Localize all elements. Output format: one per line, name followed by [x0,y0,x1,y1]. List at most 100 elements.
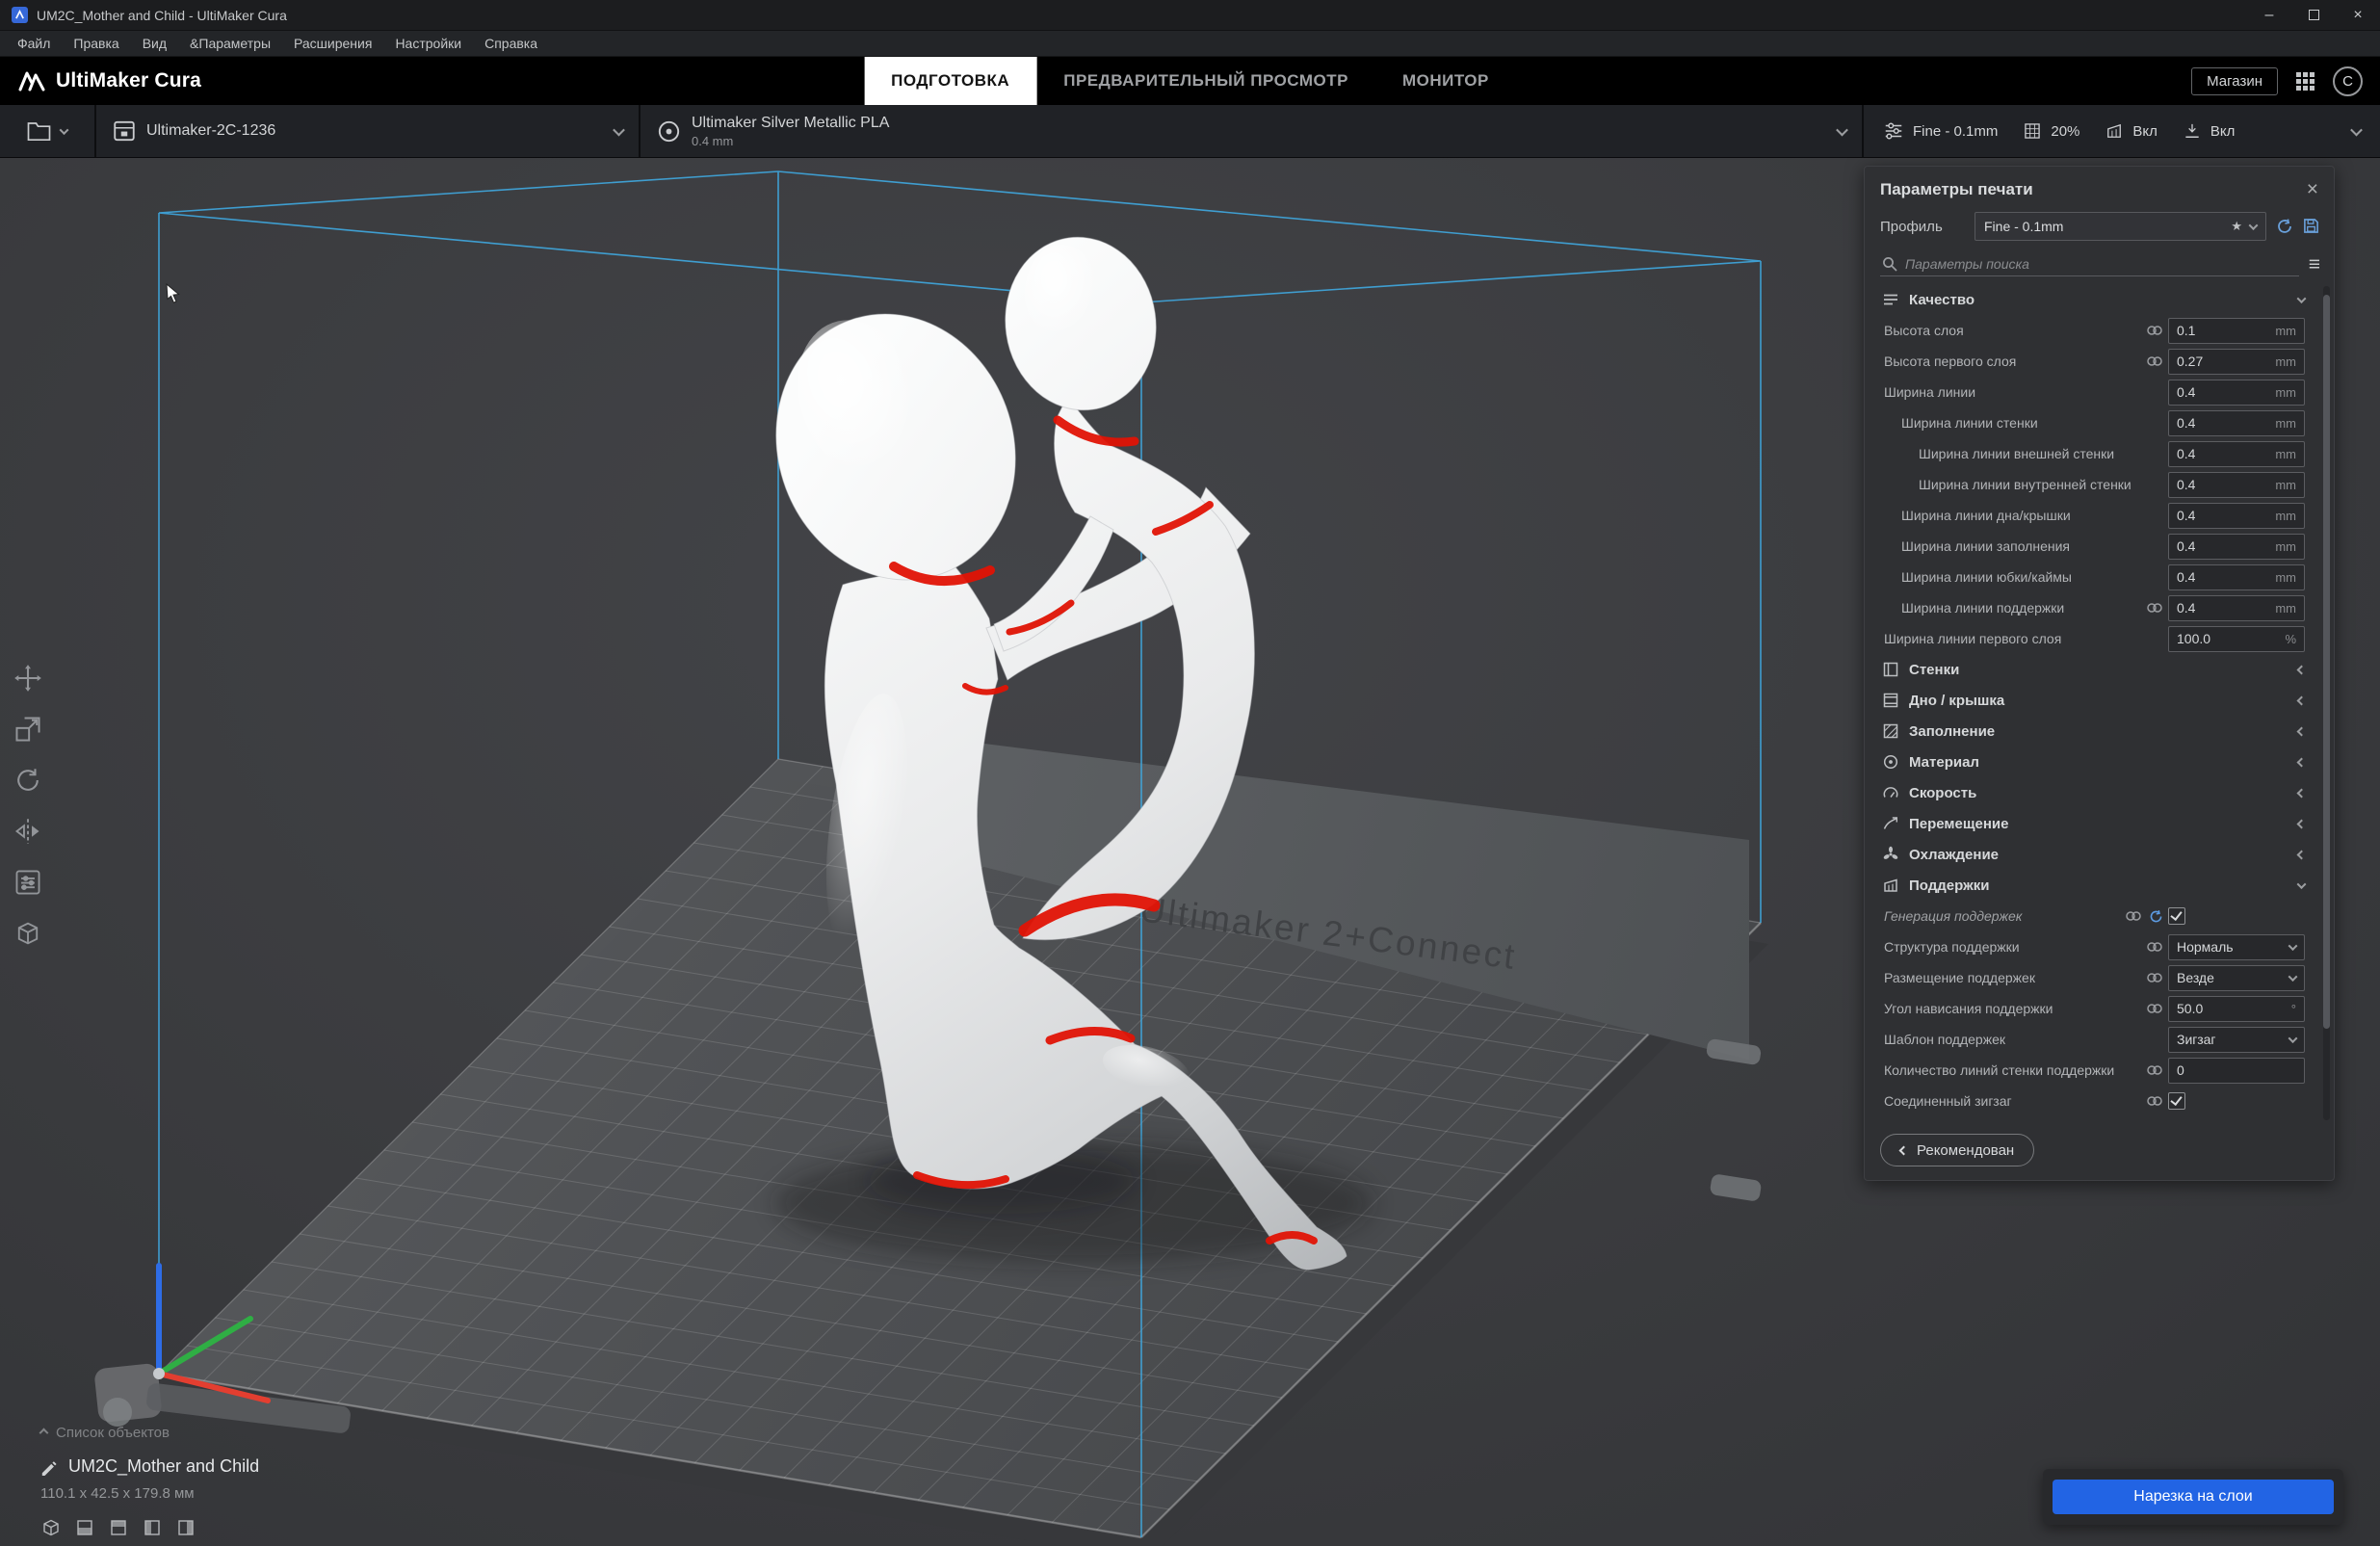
menu-item[interactable]: Настройки [383,31,473,57]
setting-input[interactable]: 0 [2168,1058,2305,1084]
per-model-settings-button[interactable] [13,868,42,897]
walls-icon [1882,661,1899,678]
viewport: Ultimaker 2+Connect [0,158,2380,1546]
print-setup-selector[interactable]: Fine - 0.1mm 20% Вкл Вкл [1864,105,2380,157]
search-icon [1882,256,1897,272]
setting-dropdown[interactable]: Нормаль [2168,934,2305,960]
account-avatar[interactable]: C [2333,66,2363,96]
view-left-icon[interactable] [142,1517,163,1538]
category-travel[interactable]: Перемещение [1865,808,2320,839]
setting-input[interactable]: 0.4mm [2168,534,2305,560]
settings-search[interactable] [1880,252,2299,276]
menu-item[interactable]: Справка [473,31,549,57]
printer-selector[interactable]: Ultimaker-2C-1236 [96,105,641,157]
slice-button[interactable]: Нарезка на слои [2053,1480,2334,1514]
setting-input[interactable]: 0.4mm [2168,380,2305,406]
setting-input[interactable]: 50.0° [2168,996,2305,1022]
category-label: Перемещение [1909,816,2288,832]
category-infill[interactable]: Заполнение [1865,716,2320,747]
setting-unit: % [2285,632,2296,646]
setting-input[interactable]: 100.0% [2168,626,2305,652]
view-right-icon[interactable] [175,1517,196,1538]
setting-input[interactable]: 0.27mm [2168,349,2305,375]
category-support[interactable]: Поддержки [1865,870,2320,901]
setting-dropdown[interactable]: Зигзаг [2168,1027,2305,1053]
chevron-left-icon [1899,1145,1909,1155]
settings-filter-icon[interactable]: ≡ [2309,254,2320,275]
minimize-button[interactable]: – [2247,0,2291,30]
setting-input[interactable]: 0.4mm [2168,503,2305,529]
setting-label: Ширина линии заполнения [1884,538,2168,554]
setting-checkbox[interactable] [2168,907,2305,925]
setting-unit: ° [2291,1002,2296,1016]
category-quality[interactable]: Качество [1865,284,2320,315]
setting-row: Высота первого слоя0.27mm [1865,346,2320,377]
settings-scrollbar[interactable] [2323,286,2330,1120]
revert-icon[interactable] [2147,909,2164,924]
setting-row: Структура поддержкиНормаль [1865,931,2320,962]
menu-item[interactable]: &Параметры [178,31,282,57]
open-file-button[interactable] [0,105,96,157]
mirror-tool-button[interactable] [13,817,42,846]
support-blocker-button[interactable] [13,919,42,948]
maximize-button[interactable] [2291,0,2336,30]
category-label: Стенки [1909,662,2288,678]
profile-revert-icon[interactable] [2276,218,2293,235]
setting-input[interactable]: 0.4mm [2168,472,2305,498]
stage-tab[interactable]: МОНИТОР [1375,57,1516,105]
material-selector[interactable]: Ultimaker Silver Metallic PLA 0.4 mm [641,105,1864,157]
menu-item[interactable]: Вид [131,31,178,57]
setting-input[interactable]: 0.4mm [2168,564,2305,590]
view-front-icon[interactable] [74,1517,95,1538]
link-icon [2145,355,2164,367]
support-icon [1882,877,1899,894]
scrollbar-thumb[interactable] [2323,295,2330,1029]
category-walls[interactable]: Стенки [1865,654,2320,685]
setting-input[interactable]: 0.4mm [2168,410,2305,436]
setting-input[interactable]: 0.4mm [2168,595,2305,621]
menu-item[interactable]: Правка [62,31,130,57]
profile-dropdown[interactable]: Fine - 0.1mm ★ [1975,212,2266,241]
object-list-toggle[interactable]: Список объектов [40,1425,259,1441]
category-cooling[interactable]: Охлаждение [1865,839,2320,870]
stage-tab[interactable]: ПРЕДВАРИТЕЛЬНЫЙ ПРОСМОТР [1036,57,1375,105]
setting-dropdown[interactable]: Везде [2168,965,2305,991]
infill-summary: 20% [2051,123,2079,140]
chevron-down-icon [2288,972,2298,982]
close-panel-icon[interactable]: × [2307,179,2318,199]
setting-checkbox[interactable] [2168,1092,2305,1110]
material-name: Ultimaker Silver Metallic PLA [692,115,889,132]
object-dimensions: 110.1 x 42.5 x 179.8 мм [40,1485,259,1502]
setting-input[interactable]: 0.4mm [2168,441,2305,467]
setting-input[interactable]: 0.1mm [2168,318,2305,344]
chevron-left-icon [2297,788,2307,798]
view-3d-icon[interactable] [40,1517,62,1538]
setting-label: Ширина линии поддержки [1884,600,2145,616]
config-bar: Ultimaker-2C-1236 Ultimaker Silver Metal… [0,105,2380,158]
profile-save-icon[interactable] [2303,218,2320,235]
cura-window: UM2C_Mother and Child - UltiMaker Cura –… [0,0,2380,1546]
search-input[interactable] [1905,256,2297,272]
object-list-panel: Список объектов UM2C_Mother and Child 11… [40,1425,259,1538]
move-tool-button[interactable] [13,664,42,693]
rotate-tool-button[interactable] [13,766,42,795]
setting-label: Угол нависания поддержки [1884,1001,2145,1016]
category-speed[interactable]: Скорость [1865,777,2320,808]
category-topbottom[interactable]: Дно / крышка [1865,685,2320,716]
menu-item[interactable]: Файл [6,31,62,57]
view-top-icon[interactable] [108,1517,129,1538]
extensions-grid-icon[interactable] [2295,71,2315,92]
menu-item[interactable]: Расширения [282,31,383,57]
setting-value: 0.1 [2177,323,2269,338]
setting-value: 0.4 [2177,446,2269,461]
stage-tab[interactable]: ПОДГОТОВКА [864,57,1036,105]
recommended-mode-button[interactable]: Рекомендован [1880,1134,2034,1166]
marketplace-button[interactable]: Магазин [2191,67,2278,95]
support-icon [2105,121,2124,141]
scale-tool-button[interactable] [13,715,42,744]
category-material[interactable]: Материал [1865,747,2320,777]
close-button[interactable]: × [2336,0,2380,30]
setting-row: Ширина линии0.4mm [1865,377,2320,407]
setting-label: Ширина линии первого слоя [1884,631,2168,646]
object-list-item[interactable]: UM2C_Mother and Child [40,1456,259,1477]
